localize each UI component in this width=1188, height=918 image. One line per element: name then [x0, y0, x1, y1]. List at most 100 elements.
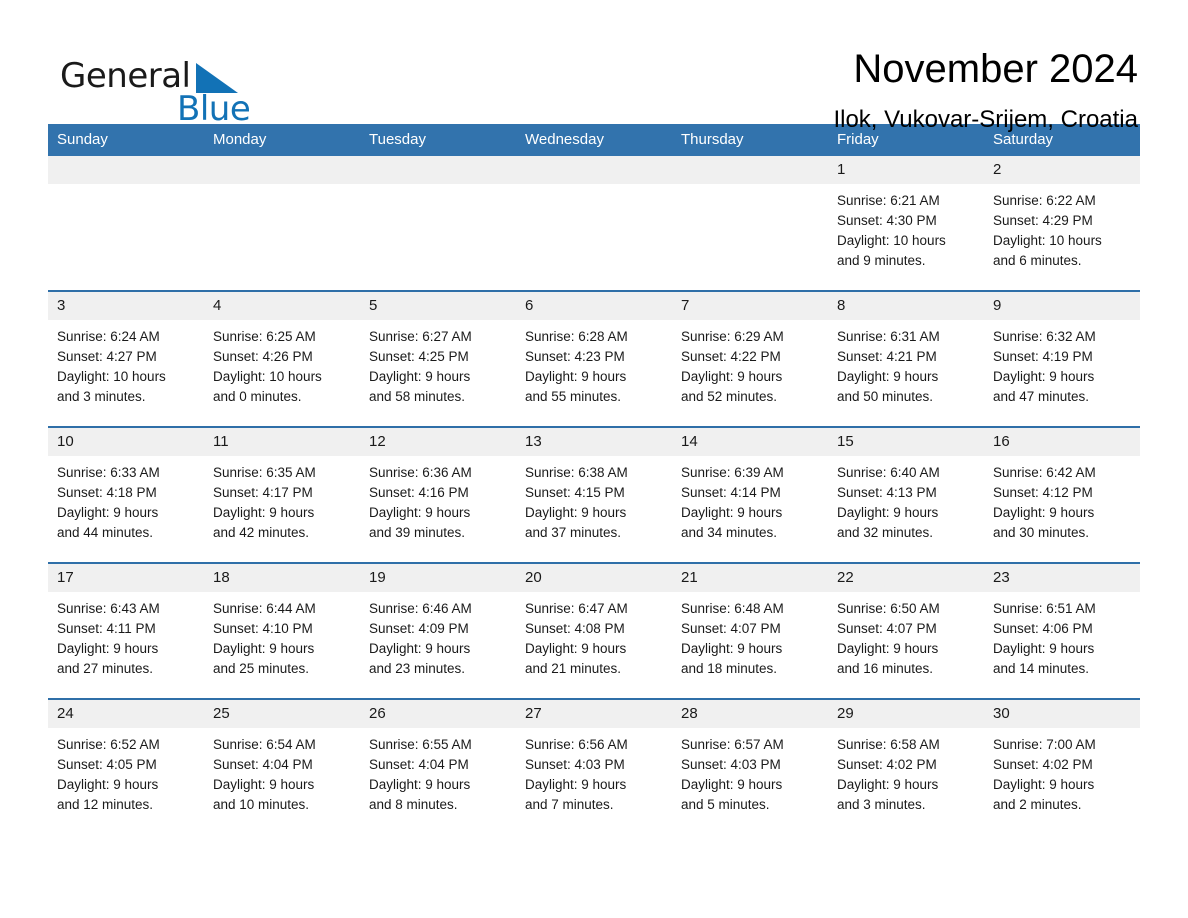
calendar-day-cell[interactable]: 14 Sunrise: 6:39 AM Sunset: 4:14 PM Dayligh… [672, 426, 828, 563]
day-cell-content: 3 Sunrise: 6:24 AM Sunset: 4:27 PM Daylight… [48, 292, 204, 426]
day-cell-content: 4 Sunrise: 6:25 AM Sunset: 4:26 PM Daylight… [204, 292, 360, 426]
day-cell-content: 2 Sunrise: 6:22 AM Sunset: 4:29 PM Daylight… [984, 156, 1140, 290]
daylight-text-line2: and 5 minutes. [681, 797, 770, 812]
calendar-day-cell[interactable]: 7 Sunrise: 6:29 AM Sunset: 4:22 PM Daylight… [672, 290, 828, 427]
day-details: Sunrise: 6:57 AM Sunset: 4:03 PM Daylight:… [672, 728, 828, 815]
sunset-text: Sunset: 4:05 PM [57, 757, 157, 772]
daylight-text-line2: and 7 minutes. [525, 797, 614, 812]
calendar-day-cell[interactable]: 3 Sunrise: 6:24 AM Sunset: 4:27 PM Daylight… [48, 290, 204, 427]
sunrise-text: Sunrise: 6:43 AM [57, 601, 160, 616]
calendar-day-cell[interactable]: 17 Sunrise: 6:43 AM Sunset: 4:11 PM Dayligh… [48, 562, 204, 699]
calendar-day-cell[interactable]: 20 Sunrise: 6:47 AM Sunset: 4:08 PM Dayligh… [516, 562, 672, 699]
day-number [360, 156, 516, 184]
day-number: 5 [360, 292, 516, 320]
day-details: Sunrise: 6:47 AM Sunset: 4:08 PM Daylight:… [516, 592, 672, 679]
day-cell-content: 29 Sunrise: 6:58 AM Sunset: 4:02 PM Dayligh… [828, 700, 984, 834]
day-details: Sunrise: 6:21 AM Sunset: 4:30 PM Daylight:… [828, 184, 984, 271]
day-details: Sunrise: 6:28 AM Sunset: 4:23 PM Daylight:… [516, 320, 672, 407]
day-details: Sunrise: 6:25 AM Sunset: 4:26 PM Daylight:… [204, 320, 360, 407]
calendar-day-cell[interactable]: 28 Sunrise: 6:57 AM Sunset: 4:03 PM Dayligh… [672, 698, 828, 834]
day-cell-content [672, 156, 828, 290]
day-cell-content: 21 Sunrise: 6:48 AM Sunset: 4:07 PM Dayligh… [672, 564, 828, 698]
day-cell-content: 11 Sunrise: 6:35 AM Sunset: 4:17 PM Dayligh… [204, 428, 360, 562]
calendar-day-cell[interactable]: 27 Sunrise: 6:56 AM Sunset: 4:03 PM Dayligh… [516, 698, 672, 834]
daylight-text-line1: Daylight: 10 hours [993, 233, 1102, 248]
calendar-week-row: 3 Sunrise: 6:24 AM Sunset: 4:27 PM Daylight… [48, 290, 1140, 427]
daylight-text-line1: Daylight: 9 hours [525, 505, 627, 520]
calendar-day-cell[interactable]: 22 Sunrise: 6:50 AM Sunset: 4:07 PM Dayligh… [828, 562, 984, 699]
day-details: Sunrise: 6:48 AM Sunset: 4:07 PM Daylight:… [672, 592, 828, 679]
daylight-text-line1: Daylight: 9 hours [681, 641, 783, 656]
sunset-text: Sunset: 4:08 PM [525, 621, 625, 636]
calendar-day-cell[interactable]: 4 Sunrise: 6:25 AM Sunset: 4:26 PM Daylight… [204, 290, 360, 427]
daylight-text-line2: and 6 minutes. [993, 253, 1082, 268]
sunrise-text: Sunrise: 6:56 AM [525, 737, 628, 752]
calendar-week-row: 17 Sunrise: 6:43 AM Sunset: 4:11 PM Dayligh… [48, 562, 1140, 699]
daylight-text-line1: Daylight: 9 hours [681, 505, 783, 520]
daylight-text-line1: Daylight: 9 hours [369, 777, 471, 792]
daylight-text-line2: and 21 minutes. [525, 661, 622, 676]
daylight-text-line2: and 58 minutes. [369, 389, 466, 404]
day-cell-content: 28 Sunrise: 6:57 AM Sunset: 4:03 PM Dayligh… [672, 700, 828, 834]
daylight-text-line1: Daylight: 9 hours [681, 777, 783, 792]
day-cell-content: 12 Sunrise: 6:36 AM Sunset: 4:16 PM Dayligh… [360, 428, 516, 562]
day-cell-content [48, 156, 204, 290]
sunset-text: Sunset: 4:04 PM [369, 757, 469, 772]
daylight-text-line2: and 50 minutes. [837, 389, 934, 404]
daylight-text-line2: and 2 minutes. [993, 797, 1082, 812]
calendar-day-cell[interactable]: 2 Sunrise: 6:22 AM Sunset: 4:29 PM Daylight… [984, 156, 1140, 291]
daylight-text-line2: and 16 minutes. [837, 661, 934, 676]
day-number: 11 [204, 428, 360, 456]
general-blue-logo: General Blue [48, 46, 348, 129]
sunrise-text: Sunrise: 6:22 AM [993, 193, 1096, 208]
calendar-day-cell[interactable]: 9 Sunrise: 6:32 AM Sunset: 4:19 PM Daylight… [984, 290, 1140, 427]
sunset-text: Sunset: 4:02 PM [993, 757, 1093, 772]
day-cell-content [204, 156, 360, 290]
sunrise-text: Sunrise: 6:57 AM [681, 737, 784, 752]
sunrise-text: Sunrise: 6:24 AM [57, 329, 160, 344]
calendar-day-cell[interactable]: 12 Sunrise: 6:36 AM Sunset: 4:16 PM Dayligh… [360, 426, 516, 563]
calendar-week-row: 1 Sunrise: 6:21 AM Sunset: 4:30 PM Daylight… [48, 156, 1140, 291]
daylight-text-line2: and 10 minutes. [213, 797, 310, 812]
daylight-text-line1: Daylight: 10 hours [837, 233, 946, 248]
calendar-day-cell[interactable]: 21 Sunrise: 6:48 AM Sunset: 4:07 PM Dayligh… [672, 562, 828, 699]
calendar-day-cell[interactable]: 5 Sunrise: 6:27 AM Sunset: 4:25 PM Daylight… [360, 290, 516, 427]
calendar-day-cell[interactable]: 18 Sunrise: 6:44 AM Sunset: 4:10 PM Dayligh… [204, 562, 360, 699]
calendar-day-cell[interactable]: 10 Sunrise: 6:33 AM Sunset: 4:18 PM Dayligh… [48, 426, 204, 563]
daylight-text-line1: Daylight: 9 hours [213, 641, 315, 656]
daylight-text-line1: Daylight: 9 hours [837, 369, 939, 384]
calendar-day-cell[interactable]: 13 Sunrise: 6:38 AM Sunset: 4:15 PM Dayligh… [516, 426, 672, 563]
sunset-text: Sunset: 4:18 PM [57, 485, 157, 500]
calendar-day-cell[interactable]: 25 Sunrise: 6:54 AM Sunset: 4:04 PM Dayligh… [204, 698, 360, 834]
daylight-text-line2: and 37 minutes. [525, 525, 622, 540]
day-number: 23 [984, 564, 1140, 592]
day-number: 26 [360, 700, 516, 728]
calendar-day-cell[interactable]: 16 Sunrise: 6:42 AM Sunset: 4:12 PM Dayligh… [984, 426, 1140, 563]
calendar-day-cell[interactable]: 8 Sunrise: 6:31 AM Sunset: 4:21 PM Daylight… [828, 290, 984, 427]
calendar-day-cell[interactable]: 11 Sunrise: 6:35 AM Sunset: 4:17 PM Dayligh… [204, 426, 360, 563]
daylight-text-line2: and 39 minutes. [369, 525, 466, 540]
day-cell-content: 6 Sunrise: 6:28 AM Sunset: 4:23 PM Daylight… [516, 292, 672, 426]
calendar-day-cell[interactable]: 30 Sunrise: 7:00 AM Sunset: 4:02 PM Dayligh… [984, 698, 1140, 834]
day-details: Sunrise: 6:29 AM Sunset: 4:22 PM Daylight:… [672, 320, 828, 407]
calendar-day-cell[interactable]: 26 Sunrise: 6:55 AM Sunset: 4:04 PM Dayligh… [360, 698, 516, 834]
calendar-day-cell[interactable]: 15 Sunrise: 6:40 AM Sunset: 4:13 PM Dayligh… [828, 426, 984, 563]
sunset-text: Sunset: 4:10 PM [213, 621, 313, 636]
sunrise-text: Sunrise: 6:50 AM [837, 601, 940, 616]
day-number [204, 156, 360, 184]
daylight-text-line2: and 0 minutes. [213, 389, 302, 404]
calendar-day-cell[interactable]: 23 Sunrise: 6:51 AM Sunset: 4:06 PM Dayligh… [984, 562, 1140, 699]
day-details: Sunrise: 6:38 AM Sunset: 4:15 PM Daylight:… [516, 456, 672, 543]
sunrise-text: Sunrise: 6:38 AM [525, 465, 628, 480]
calendar-day-cell[interactable]: 1 Sunrise: 6:21 AM Sunset: 4:30 PM Daylight… [828, 156, 984, 291]
daylight-text-line1: Daylight: 9 hours [525, 369, 627, 384]
calendar-week-row: 10 Sunrise: 6:33 AM Sunset: 4:18 PM Dayligh… [48, 426, 1140, 563]
calendar-day-cell[interactable]: 29 Sunrise: 6:58 AM Sunset: 4:02 PM Dayligh… [828, 698, 984, 834]
daylight-text-line2: and 42 minutes. [213, 525, 310, 540]
day-cell-content: 5 Sunrise: 6:27 AM Sunset: 4:25 PM Daylight… [360, 292, 516, 426]
sunrise-text: Sunrise: 6:35 AM [213, 465, 316, 480]
day-number: 12 [360, 428, 516, 456]
calendar-day-cell[interactable]: 19 Sunrise: 6:46 AM Sunset: 4:09 PM Dayligh… [360, 562, 516, 699]
calendar-day-cell[interactable]: 24 Sunrise: 6:52 AM Sunset: 4:05 PM Dayligh… [48, 698, 204, 834]
calendar-day-cell[interactable]: 6 Sunrise: 6:28 AM Sunset: 4:23 PM Daylight… [516, 290, 672, 427]
